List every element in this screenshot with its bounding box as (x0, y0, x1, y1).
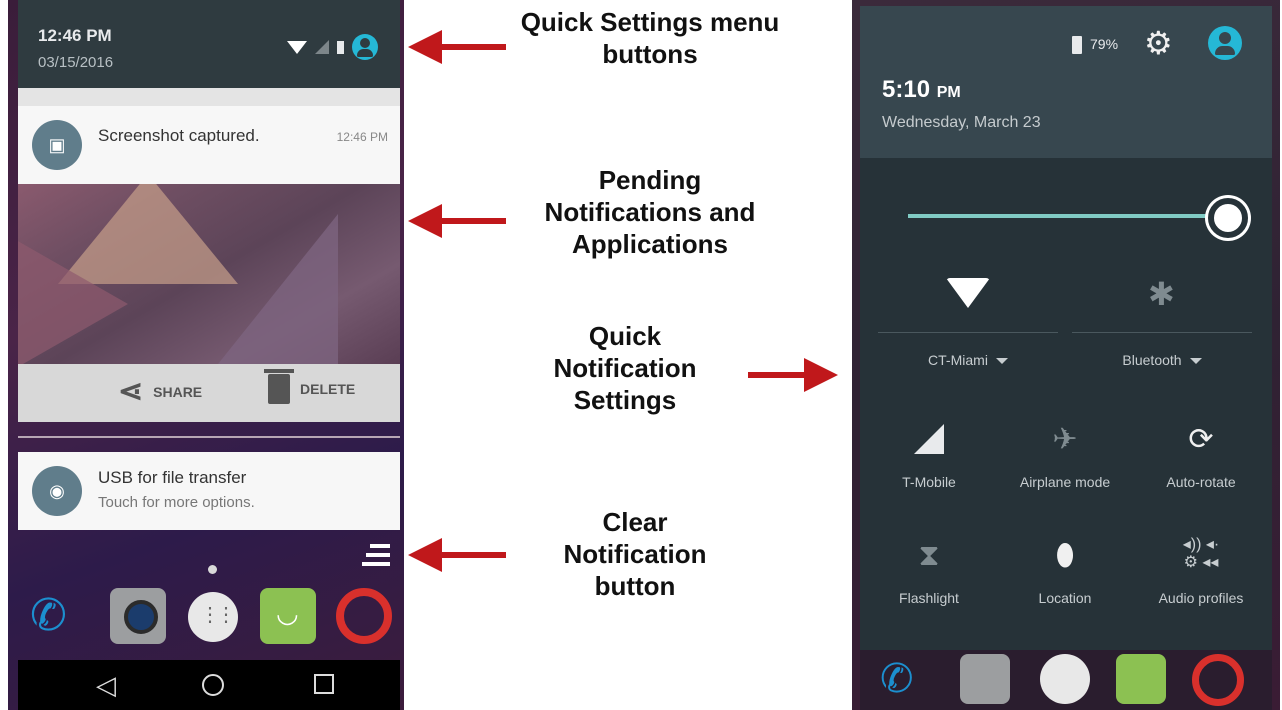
tile-location[interactable]: ⬮ Location (1000, 536, 1130, 636)
chevron-down-icon (1189, 358, 1202, 365)
status-icons (287, 34, 378, 60)
divider (1072, 332, 1252, 333)
delete-button[interactable]: DELETE (264, 369, 356, 404)
tile-auto-rotate[interactable]: ⟳ Auto-rotate (1136, 420, 1266, 520)
clear-all-icon[interactable] (362, 544, 390, 566)
home-icon[interactable] (202, 674, 224, 696)
wifi-icon (946, 278, 990, 308)
brightness-slider[interactable] (908, 214, 1222, 218)
messaging-icon[interactable] (260, 588, 316, 644)
tile-label: Audio profiles (1158, 590, 1244, 606)
callout-clear-notification: Clear Notification button (563, 507, 707, 601)
camera-icon[interactable] (960, 654, 1010, 704)
tile-audio-profiles[interactable]: ◂)) ◂· ⚙ ◂◂ Audio profiles (1136, 536, 1266, 636)
tile-label: Location (1038, 590, 1092, 606)
trash-icon (264, 369, 294, 404)
signal-icon (864, 420, 994, 460)
tile-label: Flashlight (899, 590, 959, 606)
quick-settings-header: 79% ⚙ 5:10 PM Wednesday, March 23 (860, 6, 1272, 158)
tile-label: Airplane mode (1019, 474, 1111, 490)
screenshot-notification[interactable]: ▣ Screenshot captured. 12:46 PM (18, 106, 400, 184)
user-avatar-icon[interactable] (1208, 26, 1242, 60)
airplane-icon: ✈ (1052, 423, 1078, 456)
left-phone-screen: 12:46 PM 03/15/2016 ▣ Screenshot capture… (8, 0, 404, 710)
phone-icon[interactable]: ✆ (30, 588, 86, 644)
callout-quick-settings: Quick Settings menu buttons (520, 7, 780, 69)
back-icon[interactable]: ◁ (96, 670, 116, 701)
auto-rotate-icon: ⟳ (1188, 423, 1214, 456)
flashlight-icon: ⧗ (918, 539, 940, 572)
tile-wifi-label[interactable]: CT-Miami (878, 352, 1058, 368)
divider (878, 332, 1058, 333)
battery-icon (337, 40, 344, 54)
bluetooth-off-icon: ✱ (1148, 276, 1175, 312)
callout-quick-notification-settings: Quick Notification Settings (553, 321, 697, 415)
callout-pending-notifications: Pending Notifications and Applications (544, 165, 756, 259)
tile-bluetooth[interactable]: ✱ Bluetooth (1072, 278, 1252, 378)
image-icon: ▣ (32, 120, 82, 170)
android-icon: ◉ (32, 466, 82, 516)
tile-wifi[interactable]: CT-Miami (878, 278, 1058, 378)
dock: ✆ (28, 588, 398, 648)
wallpaper-shape (218, 214, 338, 364)
notification-shade-edge (18, 88, 400, 106)
camera-icon[interactable] (110, 588, 166, 644)
screenshot-preview[interactable] (18, 184, 400, 364)
divider (18, 436, 400, 438)
app-drawer-icon[interactable] (188, 592, 238, 642)
tile-mobile-data[interactable]: T-Mobile (864, 420, 994, 520)
gear-icon[interactable]: ⚙ (1144, 26, 1173, 60)
tile-flashlight[interactable]: ⧗ Flashlight (864, 536, 994, 636)
battery-percent: 79% (1090, 36, 1119, 52)
callout-arrow (408, 204, 506, 238)
notification-title: Screenshot captured. (98, 126, 260, 145)
date: Wednesday, March 23 (882, 114, 1041, 131)
tile-label: T-Mobile (902, 474, 956, 490)
usb-notification[interactable]: ◉ USB for file transfer Touch for more o… (18, 452, 400, 530)
user-avatar-icon[interactable] (352, 34, 378, 60)
messaging-icon[interactable] (1116, 654, 1166, 704)
phone-icon[interactable]: ✆ (880, 654, 930, 704)
signal-icon (315, 40, 329, 54)
location-icon: ⬮ (1055, 539, 1075, 572)
right-phone-screen: 79% ⚙ 5:10 PM Wednesday, March 23 CT-Mia… (852, 0, 1280, 710)
callout-arrow (408, 538, 506, 572)
share-label: SHARE (153, 383, 203, 400)
quick-settings-panel: CT-Miami ✱ Bluetooth T-Mobile ✈ Airplane… (860, 158, 1272, 650)
recents-icon[interactable] (314, 674, 334, 694)
wallpaper-shape (18, 224, 128, 364)
share-icon: ⋖ (118, 375, 144, 408)
app-drawer-icon[interactable] (1040, 654, 1090, 704)
tile-airplane-mode[interactable]: ✈ Airplane mode (1000, 420, 1130, 520)
tile-label: Auto-rotate (1166, 474, 1236, 490)
delete-label: DELETE (300, 381, 356, 397)
opera-icon[interactable] (1192, 654, 1244, 706)
share-button[interactable]: ⋖ SHARE (118, 374, 202, 409)
navigation-bar: ◁ (18, 660, 400, 710)
notification-time: 12:46 PM (336, 130, 388, 144)
status-bar[interactable]: 12:46 PM 03/15/2016 (18, 0, 400, 88)
status-date: 03/15/2016 (38, 54, 114, 71)
dock-partial: ✆ (860, 650, 1272, 710)
notification-actions: ⋖ SHARE DELETE (18, 364, 400, 422)
tile-bluetooth-label[interactable]: Bluetooth (1072, 352, 1252, 368)
callout-arrow (408, 30, 506, 64)
brightness-icon[interactable] (1208, 198, 1248, 238)
opera-icon[interactable] (336, 588, 392, 644)
status-time: 12:46 PM (38, 26, 112, 45)
notification-title: USB for file transfer (98, 468, 247, 487)
battery-icon (1072, 36, 1082, 54)
notification-subtitle: Touch for more options. (98, 494, 255, 511)
clock: 5:10 PM (882, 76, 961, 103)
chevron-down-icon (995, 358, 1008, 365)
callout-arrow (748, 358, 838, 392)
page-indicator (208, 565, 217, 574)
audio-profiles-icon: ◂)) ◂· ⚙ ◂◂ (1182, 536, 1220, 571)
wifi-icon (287, 40, 307, 54)
